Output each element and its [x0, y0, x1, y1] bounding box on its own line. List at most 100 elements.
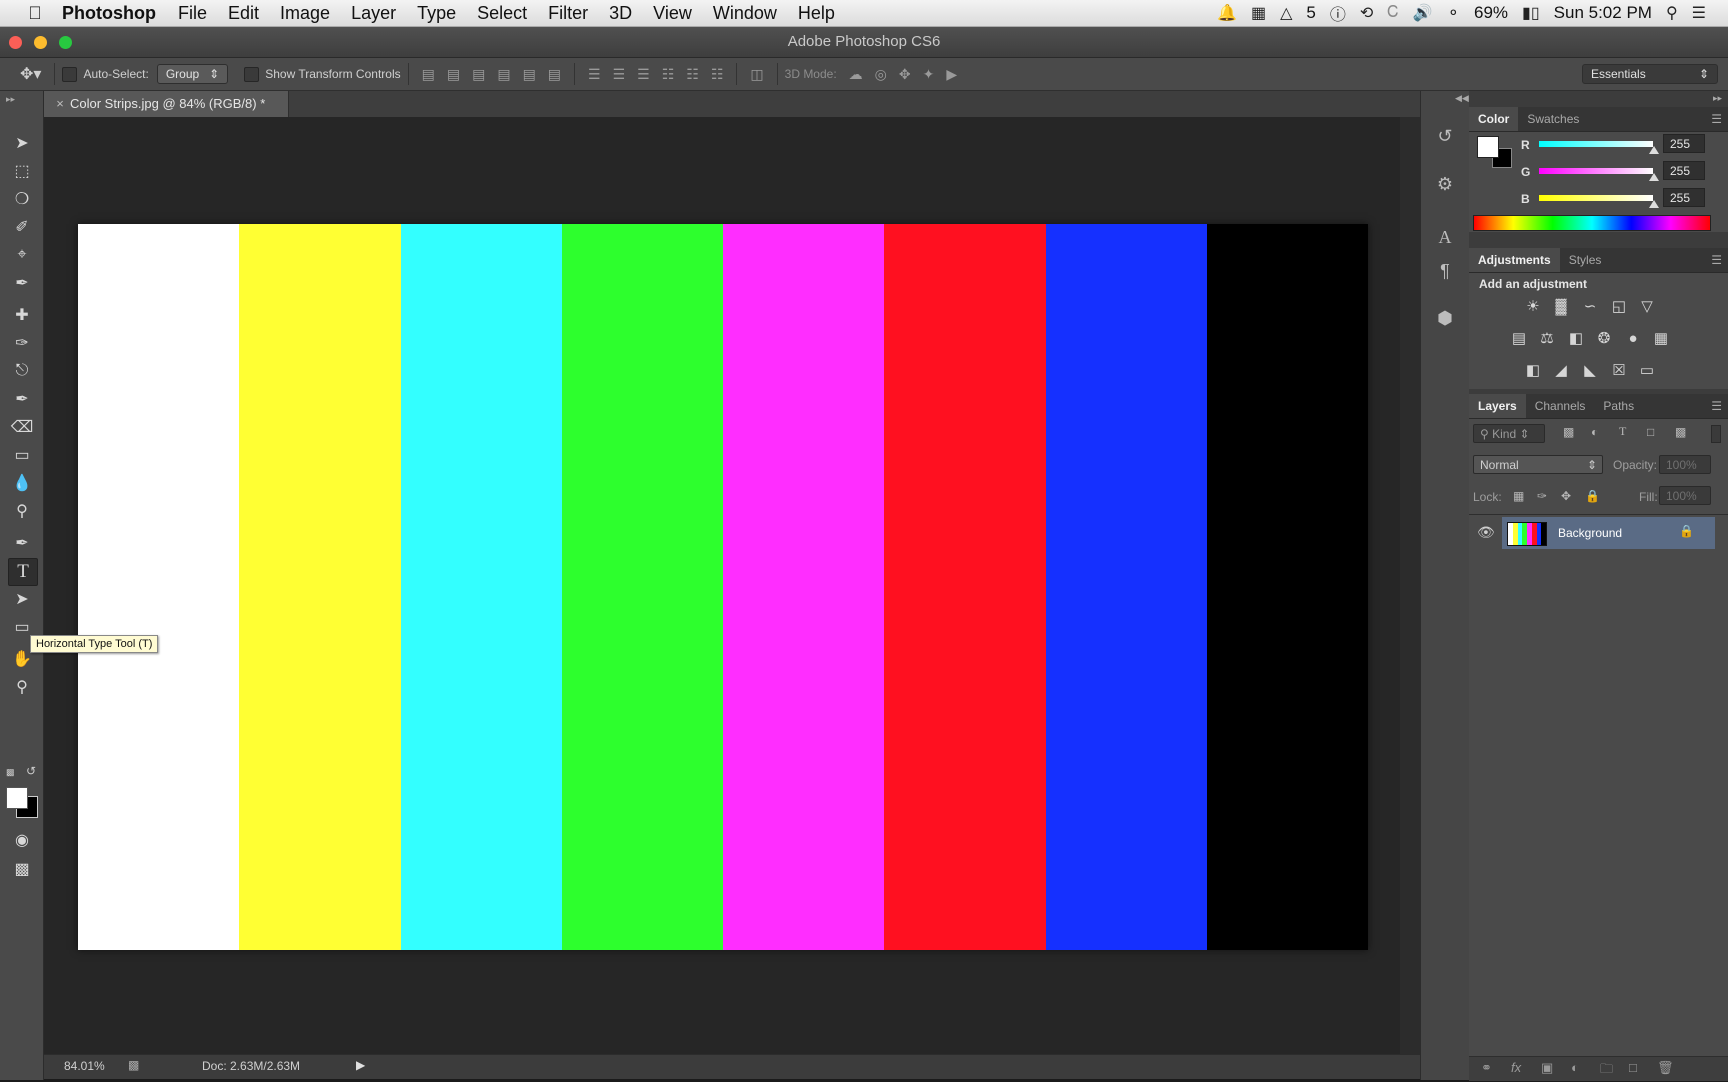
exposure-icon[interactable]: ◱: [1608, 296, 1630, 318]
show-transform-checkbox[interactable]: [244, 66, 260, 82]
photo-filter-icon[interactable]: ❂: [1593, 328, 1615, 350]
menu-layer[interactable]: Layer: [351, 3, 396, 24]
3d-scale-icon[interactable]: ▶: [946, 66, 957, 83]
3d-panel-icon[interactable]: ⬢: [1431, 304, 1459, 332]
foreground-color-swatch[interactable]: [6, 787, 28, 809]
quick-selection-tool-icon[interactable]: ✐: [8, 214, 36, 240]
filter-adjustment-icon[interactable]: ◐: [1591, 425, 1598, 439]
lock-position-icon[interactable]: ✥: [1561, 489, 1571, 503]
align-hcenter-icon[interactable]: ▤: [523, 66, 536, 83]
distribute-bottom-icon[interactable]: ☰: [637, 66, 650, 83]
tab-styles[interactable]: Styles: [1560, 248, 1611, 272]
new-layer-icon[interactable]: □: [1629, 1060, 1637, 1075]
layer-visibility-eye-icon[interactable]: 👁: [1477, 524, 1495, 541]
delete-layer-icon[interactable]: 🗑: [1657, 1060, 1674, 1076]
spotlight-search-icon[interactable]: ⚲: [1666, 3, 1678, 23]
zoom-tool-icon[interactable]: ⚲: [8, 674, 36, 700]
layer-row[interactable]: 👁 Background 🔒: [1469, 517, 1728, 549]
quick-mask-icon[interactable]: ◉: [8, 827, 36, 853]
distribute-left-icon[interactable]: ☷: [662, 66, 675, 83]
filter-type-icon[interactable]: T: [1619, 424, 1626, 439]
history-brush-tool-icon[interactable]: ✒: [8, 386, 36, 412]
apple-menu-icon[interactable]: : [22, 3, 48, 24]
menu-select[interactable]: Select: [477, 3, 527, 24]
vertical-scrollbar[interactable]: [1400, 117, 1420, 1054]
volume-icon[interactable]: 🔊: [1413, 3, 1433, 23]
clock[interactable]: Sun 5:02 PM: [1554, 3, 1652, 23]
posterize-icon[interactable]: ◢: [1550, 360, 1572, 382]
time-machine-icon[interactable]: ⟲: [1360, 3, 1373, 23]
selective-color-icon[interactable]: ☒: [1608, 360, 1630, 382]
vibrance-icon[interactable]: ▽: [1636, 296, 1658, 318]
green-slider-knob[interactable]: [1649, 173, 1659, 181]
layer-style-fx-icon[interactable]: fx: [1511, 1060, 1521, 1075]
document-tab[interactable]: × Color Strips.jpg @ 84% (RGB/8) *: [44, 91, 289, 117]
levels-icon[interactable]: ▓: [1550, 296, 1572, 318]
blue-slider-knob[interactable]: [1649, 200, 1659, 208]
adobe-status-icon[interactable]: △: [1280, 3, 1292, 23]
marquee-tool-icon[interactable]: ⬚: [8, 158, 36, 184]
status-menu-arrow-icon[interactable]: ▶: [356, 1058, 365, 1072]
color-spectrum-ramp[interactable]: [1473, 215, 1711, 231]
menu-3d[interactable]: 3D: [609, 3, 632, 24]
character-panel-icon[interactable]: A: [1431, 223, 1459, 251]
close-window-button[interactable]: [9, 36, 22, 49]
align-vcenter-icon[interactable]: ▤: [447, 66, 460, 83]
brightness-contrast-icon[interactable]: ☀: [1522, 296, 1544, 318]
menu-help[interactable]: Help: [798, 3, 835, 24]
workspace-dropdown[interactable]: Essentials ⇕: [1582, 64, 1718, 84]
move-tool-icon[interactable]: ➤: [8, 130, 36, 156]
healing-brush-tool-icon[interactable]: ✚: [8, 302, 36, 328]
screen-mode-icon[interactable]: ▩: [8, 856, 36, 882]
distribute-vcenter-icon[interactable]: ☰: [613, 66, 626, 83]
black-white-icon[interactable]: ◧: [1565, 328, 1587, 350]
filter-shape-icon[interactable]: □: [1647, 425, 1654, 439]
eraser-tool-icon[interactable]: ⌫: [8, 414, 36, 440]
3d-roll-icon[interactable]: ◎: [875, 66, 887, 83]
panels-collapse-icon[interactable]: ▸▸: [1713, 93, 1722, 104]
notification-bell-icon[interactable]: 🔔: [1217, 3, 1237, 23]
tab-channels[interactable]: Channels: [1526, 394, 1595, 418]
dodge-tool-icon[interactable]: ⚲: [8, 498, 36, 524]
distribute-top-icon[interactable]: ☰: [588, 66, 601, 83]
gradient-map-icon[interactable]: ▭: [1636, 360, 1658, 382]
battery-icon[interactable]: ▮▯: [1522, 3, 1540, 23]
gradient-tool-icon[interactable]: ▭: [8, 442, 36, 468]
layer-filter-kind[interactable]: ⚲ Kind ⇕: [1473, 424, 1545, 443]
display-icon[interactable]: ▦: [1251, 3, 1266, 23]
tab-paths[interactable]: Paths: [1594, 394, 1643, 418]
distribute-right-icon[interactable]: ☷: [711, 66, 724, 83]
green-value-field[interactable]: 255: [1663, 161, 1705, 180]
move-tool-preset-icon[interactable]: ✥▾: [20, 64, 41, 84]
red-value-field[interactable]: 255: [1663, 134, 1705, 153]
add-mask-icon[interactable]: ▣: [1541, 1060, 1553, 1076]
auto-select-checkbox[interactable]: [62, 66, 78, 82]
lasso-tool-icon[interactable]: ❍: [8, 186, 36, 212]
3d-slide-icon[interactable]: ✦: [923, 66, 935, 83]
color-lookup-icon[interactable]: ▦: [1650, 328, 1672, 350]
dock-collapse-icon[interactable]: ◀◀: [1455, 93, 1469, 104]
curves-icon[interactable]: ∽: [1579, 296, 1601, 318]
image-color-strips[interactable]: [78, 224, 1368, 950]
clone-stamp-tool-icon[interactable]: ⎋: [8, 358, 36, 384]
horizontal-type-tool-icon[interactable]: T: [8, 558, 38, 586]
new-adjustment-layer-icon[interactable]: ◐: [1571, 1060, 1579, 1075]
zoom-window-button[interactable]: [59, 36, 72, 49]
paragraph-panel-icon[interactable]: ¶: [1431, 257, 1459, 285]
invert-icon[interactable]: ◧: [1522, 360, 1544, 382]
layers-panel-menu-icon[interactable]: ☰: [1711, 399, 1722, 413]
menu-view[interactable]: View: [653, 3, 692, 24]
tab-adjustments[interactable]: Adjustments: [1469, 248, 1560, 272]
lock-transparent-icon[interactable]: ▦: [1513, 489, 1524, 503]
threshold-icon[interactable]: ◣: [1579, 360, 1601, 382]
menu-edit[interactable]: Edit: [228, 3, 259, 24]
info-icon[interactable]: ⓘ: [1330, 1, 1346, 25]
tab-layers[interactable]: Layers: [1469, 394, 1526, 418]
blend-mode-dropdown[interactable]: Normal ⇕: [1473, 455, 1603, 474]
green-slider[interactable]: [1539, 168, 1653, 174]
red-slider-knob[interactable]: [1649, 146, 1659, 154]
menu-filter[interactable]: Filter: [548, 3, 588, 24]
3d-drag-icon[interactable]: ✥: [899, 66, 911, 83]
filter-toggle[interactable]: [1711, 425, 1721, 443]
blue-slider[interactable]: [1539, 195, 1653, 201]
